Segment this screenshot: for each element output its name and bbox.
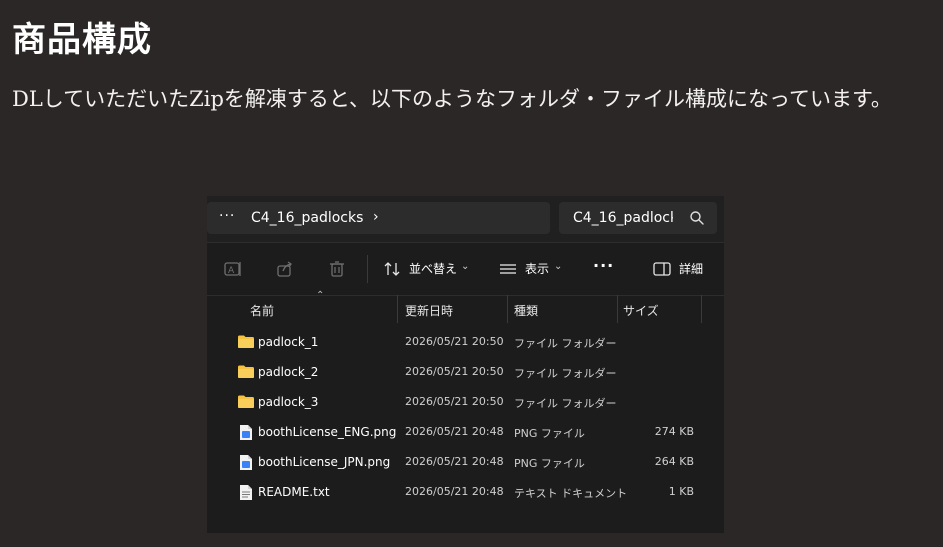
file-modified: 2026/05/21 20:50 (405, 335, 504, 348)
file-type: PNG ファイル (514, 427, 585, 440)
search-text: C4_16_padlock (573, 210, 673, 226)
toolbar-separator (367, 255, 368, 283)
file-type: ファイル フォルダー (514, 397, 617, 410)
file-modified: 2026/05/21 20:50 (405, 365, 504, 378)
file-size: 264 KB (654, 455, 694, 468)
section-heading: 商品構成 (12, 20, 152, 60)
sort-icon[interactable] (382, 259, 402, 279)
file-modified: 2026/05/21 20:48 (405, 485, 504, 498)
image-file-icon (237, 424, 255, 445)
column-divider[interactable] (507, 295, 508, 323)
chevron-down-icon[interactable]: ⌄ (554, 261, 562, 272)
section-paragraph: DLしていただいたZipを解凍すると、以下のようなフォルダ・ファイル構成になって… (12, 87, 892, 111)
text-file-icon (237, 484, 255, 505)
column-divider[interactable] (701, 295, 702, 323)
chevron-down-icon[interactable]: ⌄ (461, 261, 469, 272)
file-name[interactable]: README.txt (258, 485, 330, 499)
column-header-type[interactable]: 種類 (514, 302, 538, 319)
column-divider[interactable] (617, 295, 618, 323)
more-options-button[interactable]: ··· (593, 256, 614, 275)
file-row[interactable]: README.txt 2026/05/21 20:48 テキスト ドキュメント 1 K… (207, 477, 724, 507)
file-size: 274 KB (654, 425, 694, 438)
column-headers: ⌃ 名前 更新日時 種類 サイズ (207, 290, 724, 323)
file-row[interactable]: boothLicense_JPN.png 2026/05/21 20:48 PNG … (207, 447, 724, 477)
file-row[interactable]: padlock_1 2026/05/21 20:50 ファイル フォルダー (207, 327, 724, 357)
column-header-name[interactable]: 名前 (250, 302, 274, 319)
file-modified: 2026/05/21 20:48 (405, 425, 504, 438)
file-name[interactable]: boothLicense_JPN.png (258, 455, 390, 469)
file-modified: 2026/05/21 20:50 (405, 395, 504, 408)
file-row[interactable]: padlock_2 2026/05/21 20:50 ファイル フォルダー (207, 357, 724, 387)
file-name[interactable]: boothLicense_ENG.png (258, 425, 396, 439)
file-name[interactable]: padlock_3 (258, 395, 318, 409)
file-name[interactable]: padlock_2 (258, 365, 318, 379)
column-header-modified[interactable]: 更新日時 (405, 302, 453, 319)
chevron-right-icon[interactable]: › (373, 209, 379, 225)
folder-icon (237, 394, 255, 413)
details-button[interactable]: 詳細 (679, 260, 703, 277)
folder-icon (237, 334, 255, 353)
column-header-size[interactable]: サイズ (623, 302, 659, 319)
folder-icon (237, 364, 255, 383)
file-type: ファイル フォルダー (514, 367, 617, 380)
view-list-icon[interactable] (498, 259, 518, 279)
address-ellipsis[interactable]: ··· (219, 208, 235, 224)
file-name[interactable]: padlock_1 (258, 335, 318, 349)
rename-icon[interactable]: A (223, 259, 243, 279)
explorer-window-screenshot: ··· C4_16_padlocks › C4_16_padlock A 並べ替… (207, 196, 724, 533)
column-divider[interactable] (397, 295, 398, 323)
file-row[interactable]: boothLicense_ENG.png 2026/05/21 20:48 PNG … (207, 417, 724, 447)
file-size: 1 KB (668, 485, 694, 498)
file-type: ファイル フォルダー (514, 337, 617, 350)
file-modified: 2026/05/21 20:48 (405, 455, 504, 468)
file-type: テキスト ドキュメント (514, 487, 628, 500)
svg-text:A: A (228, 266, 235, 276)
address-row: ··· C4_16_padlocks › C4_16_padlock (207, 196, 724, 243)
image-file-icon (237, 454, 255, 475)
command-toolbar: A 並べ替え ⌄ 表示 ⌄ ··· 詳細 (207, 243, 724, 296)
trash-icon[interactable] (327, 259, 347, 279)
file-type: PNG ファイル (514, 457, 585, 470)
view-button[interactable]: 表示 (525, 260, 549, 277)
address-bar[interactable]: ··· C4_16_padlocks › (207, 202, 550, 234)
details-pane-icon[interactable] (652, 259, 672, 279)
sort-ascending-icon: ⌃ (316, 290, 325, 301)
share-icon[interactable] (275, 259, 295, 279)
file-row[interactable]: padlock_3 2026/05/21 20:50 ファイル フォルダー (207, 387, 724, 417)
search-icon (690, 211, 704, 225)
address-path-segment[interactable]: C4_16_padlocks (251, 210, 363, 226)
search-input[interactable]: C4_16_padlock (559, 202, 717, 234)
sort-button[interactable]: 並べ替え (409, 260, 457, 277)
